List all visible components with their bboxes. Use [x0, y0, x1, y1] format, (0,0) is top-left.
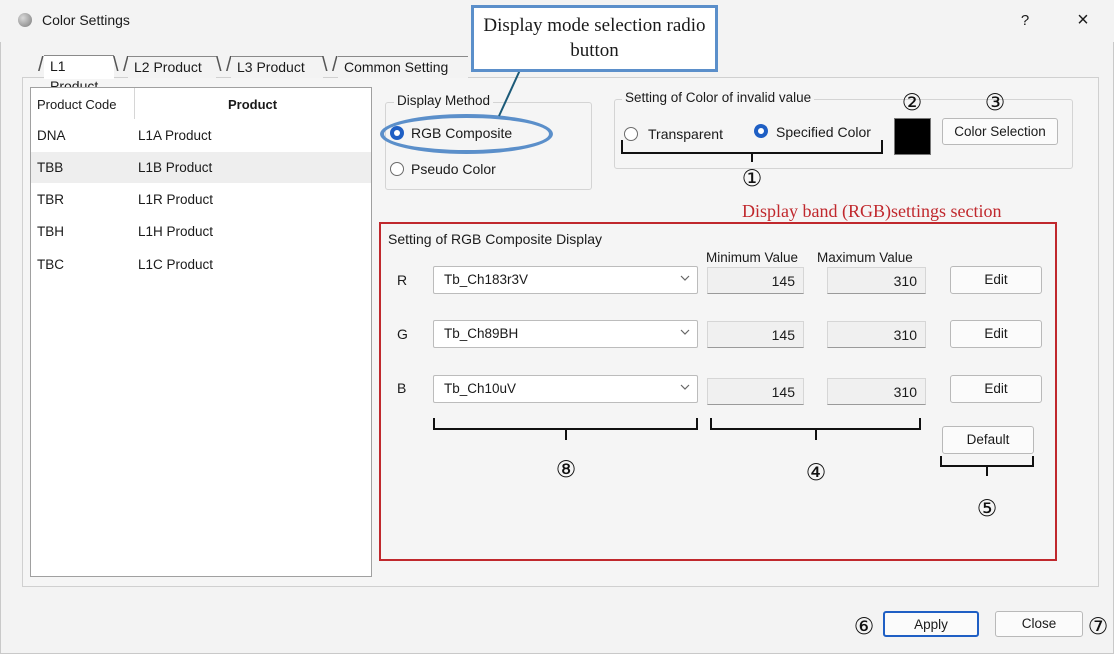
annotation-number-7: ⑦: [1087, 614, 1109, 640]
annotation-number-1: ①: [741, 166, 763, 192]
annotation-number-5: ⑤: [976, 496, 998, 522]
annotation-number-6: ⑥: [853, 614, 875, 640]
annotation-number-8: ⑧: [555, 457, 577, 483]
annotation-number-3: ③: [984, 90, 1006, 116]
annotation-number-2: ②: [901, 90, 923, 116]
annotation-number-4: ④: [805, 460, 827, 486]
annotation-brackets: [433, 140, 1034, 476]
